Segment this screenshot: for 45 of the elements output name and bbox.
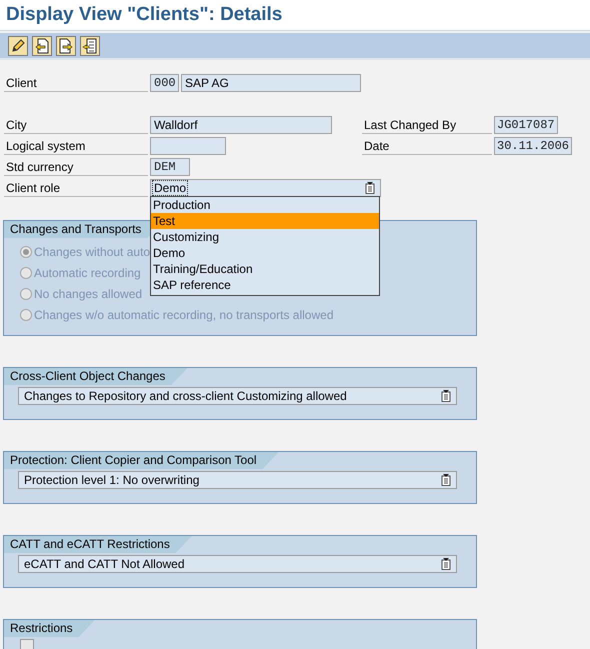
input-field[interactable]: 000 xyxy=(150,74,179,92)
dropdown-icon[interactable] xyxy=(441,390,451,402)
dropdown-option[interactable]: Customizing xyxy=(151,229,379,245)
input-field[interactable]: Walldorf xyxy=(150,116,332,134)
field-label: Logical system xyxy=(4,136,148,155)
page-right-arrow-icon xyxy=(58,38,74,54)
radio-label: Changes w/o automatic recording, no transports allowed xyxy=(34,308,334,322)
select-field[interactable]: eCATT and CATT Not Allowed xyxy=(18,555,457,573)
dropdown-option[interactable]: Production xyxy=(151,197,379,213)
page-left-arrow-icon xyxy=(34,38,50,54)
toolbar-button[interactable] xyxy=(32,36,52,56)
pencil-icon xyxy=(10,38,26,54)
input-field[interactable] xyxy=(150,136,226,154)
dropdown-icon[interactable] xyxy=(441,558,451,570)
radio-label: Automatic recording xyxy=(34,266,141,280)
select-field[interactable]: Changes to Repository and cross-client Customizing allowed xyxy=(18,387,457,405)
field-label: Client xyxy=(4,73,148,92)
field-label: Last Changed By xyxy=(362,115,492,134)
group-title: Cross-Client Object Changes xyxy=(4,368,188,385)
input-field[interactable]: SAP AG xyxy=(181,74,361,92)
select-field[interactable]: Protection level 1: No overwriting xyxy=(18,471,457,489)
dropdown-option[interactable]: Training/Education xyxy=(151,261,379,277)
dropdown-option[interactable]: Test xyxy=(151,213,379,229)
list-arrow-icon xyxy=(82,38,98,54)
group-title: Protection: Client Copier and Comparison Tool xyxy=(4,452,279,469)
field-label: Std currency xyxy=(4,157,148,176)
field-label: Client role xyxy=(4,178,148,197)
window-title: Display View "Clients": Details xyxy=(0,0,590,31)
input-field[interactable]: DEM xyxy=(150,158,190,176)
field-label: City xyxy=(4,115,148,134)
input-field[interactable]: JG017087 xyxy=(494,116,558,134)
dropdown-icon[interactable] xyxy=(365,182,375,194)
toolbar-button[interactable] xyxy=(80,36,100,56)
input-field[interactable]: 30.11.2006 xyxy=(494,136,572,154)
dropdown-option[interactable]: SAP reference xyxy=(151,277,379,293)
toolbar-button[interactable] xyxy=(8,36,28,56)
dropdown-option[interactable]: Demo xyxy=(151,245,379,261)
field-label: Date xyxy=(362,136,492,155)
group-title: CATT and eCATT Restrictions xyxy=(4,536,192,553)
radio-label: Changes without auto xyxy=(34,244,150,258)
toolbar-button[interactable] xyxy=(56,36,76,56)
dropdown-icon[interactable] xyxy=(441,474,451,486)
select-field[interactable]: Demo xyxy=(150,178,381,196)
radio-label: No changes allowed xyxy=(34,286,142,300)
group-title: Restrictions xyxy=(4,620,95,637)
